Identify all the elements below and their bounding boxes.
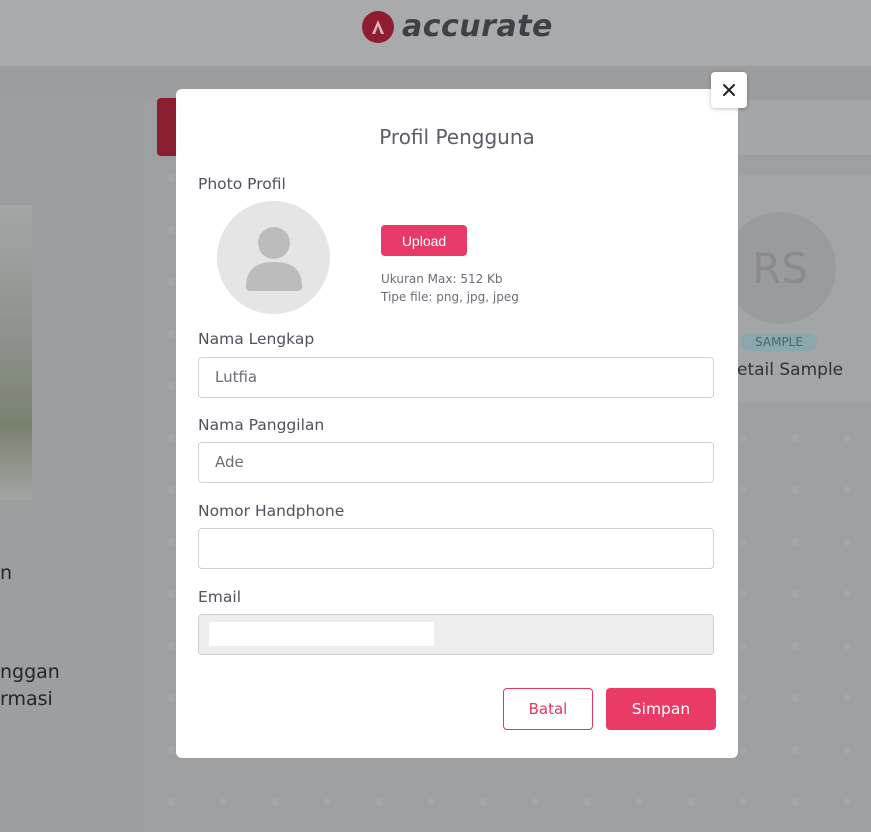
phone-label: Nomor Handphone	[198, 502, 345, 520]
email-redaction	[209, 622, 434, 646]
accurate-logo-icon	[362, 10, 394, 43]
phone-input[interactable]	[198, 528, 714, 569]
background-avatar-initials: RS	[752, 243, 808, 293]
profile-photo-placeholder	[217, 201, 330, 314]
close-button[interactable]	[711, 72, 747, 108]
close-icon	[723, 84, 735, 96]
background-sample-badge: SAMPLE	[741, 333, 817, 351]
background-text: nggan	[0, 661, 60, 683]
cancel-button[interactable]: Batal	[503, 688, 593, 730]
background-accent	[157, 98, 177, 156]
background-text: n	[0, 562, 13, 584]
upload-button[interactable]: Upload	[381, 225, 467, 256]
brand-name: accurate	[402, 9, 553, 44]
background-text: rmasi	[0, 688, 53, 710]
app-header: accurate	[0, 0, 871, 67]
email-label: Email	[198, 588, 242, 606]
photo-profile-label: Photo Profil	[198, 175, 286, 193]
background-image	[0, 205, 32, 500]
nickname-input[interactable]: Ade	[198, 442, 714, 483]
accurate-logo: accurate	[362, 9, 553, 44]
user-placeholder-icon	[245, 226, 302, 291]
nickname-label: Nama Panggilan	[198, 416, 325, 434]
save-button[interactable]: Simpan	[606, 688, 716, 730]
profile-modal: Profil Pengguna Photo Profil Upload Ukur…	[176, 89, 738, 758]
background-card-title: etail Sample	[737, 360, 844, 380]
modal-title: Profil Pengguna	[379, 125, 535, 149]
background-bar	[737, 100, 871, 155]
background-avatar: RS	[724, 212, 836, 324]
full-name-label: Nama Lengkap	[198, 330, 315, 348]
upload-size-hint: Ukuran Max: 512 Kb	[381, 272, 503, 286]
full-name-input[interactable]: Lutfia	[198, 357, 714, 398]
upload-type-hint: Tipe file: png, jpg, jpeg	[381, 290, 519, 304]
